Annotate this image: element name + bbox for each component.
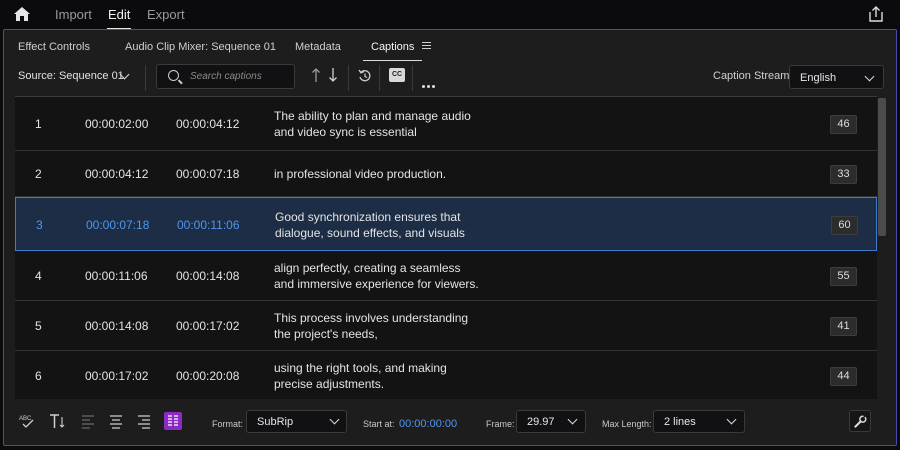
caption-in-time[interactable]: 00:00:17:02 [85,368,148,384]
max-length-value: 2 lines [664,416,696,428]
source-dropdown[interactable]: Source: Sequence 01 [18,70,124,82]
scrollbar-thumb[interactable] [878,98,886,236]
settings-button[interactable] [849,410,871,432]
chevron-down-icon [864,71,875,82]
caption-number: 5 [35,319,42,333]
character-count-badge: 41 [830,317,857,336]
caption-in-time[interactable]: 00:00:11:06 [85,268,148,284]
top-bar: Import Edit Export [0,0,900,30]
arrow-up-icon[interactable] [311,67,321,83]
divider [379,65,380,91]
divider [348,65,349,91]
tab-effect-controls[interactable]: Effect Controls [18,41,90,53]
scrollbar[interactable] [878,98,886,398]
caption-out-time[interactable]: 00:00:11:06 [177,217,240,233]
align-left-icon[interactable] [79,412,97,430]
spellcheck-icon[interactable]: ABC [18,412,36,430]
caption-row[interactable]: 2 00:00:04:12 00:00:07:18 in professional v… [15,151,877,197]
text-size-icon[interactable] [48,412,66,430]
start-at-value[interactable]: 00:00:00:00 [399,418,457,430]
caption-text[interactable]: Good synchronization ensures that dialog… [275,209,465,241]
character-count-badge: 55 [830,267,857,286]
caption-in-time[interactable]: 00:00:07:18 [86,217,149,233]
max-length-label: Max Length: [602,419,652,429]
caption-stream-select[interactable]: English [789,65,884,89]
max-length-select[interactable]: 2 lines [653,410,745,433]
caption-out-time[interactable]: 00:00:20:08 [176,368,239,384]
caption-row[interactable]: 3 00:00:07:18 00:00:11:06 Good synchronizat… [15,197,877,251]
caption-format-bar: ABC Format: SubRip Start at: 00:00:00:00… [4,402,896,444]
chevron-down-icon [329,414,340,425]
align-center-icon[interactable] [107,412,125,430]
caption-out-time[interactable]: 00:00:07:18 [176,166,239,182]
caption-text[interactable]: This process involves understanding the … [274,310,468,342]
search-icon [168,70,179,81]
svg-text:ABC: ABC [19,416,32,422]
divider [145,65,146,91]
caption-list: 1 00:00:02:00 00:00:04:12 The ability to pl… [15,96,877,399]
caption-row[interactable]: 4 00:00:11:06 00:00:14:08 align perfectly, … [15,251,877,301]
start-at-label: Start at: [363,419,395,429]
caption-row[interactable]: 5 00:00:14:08 00:00:17:02 This process invo… [15,301,877,351]
caption-out-time[interactable]: 00:00:04:12 [176,116,239,132]
search-captions-input[interactable]: Search captions [156,64,295,89]
tab-metadata[interactable]: Metadata [295,41,341,53]
caption-row[interactable]: 6 00:00:17:02 00:00:20:08 using the right t… [15,351,877,399]
captions-toolbar: Source: Sequence 01 Search captions CC C… [4,61,896,95]
caption-number: 4 [35,269,42,283]
caption-position-icon[interactable] [164,412,182,430]
frame-rate-value: 29.97 [527,416,555,428]
panel-menu-icon[interactable] [422,42,431,50]
more-options-icon[interactable] [422,75,437,93]
captions-panel: Effect Controls Audio Clip Mixer: Sequen… [3,29,897,446]
caption-number: 1 [35,117,42,131]
caption-in-time[interactable]: 00:00:04:12 [85,166,148,182]
character-count-badge: 60 [831,216,858,235]
caption-text[interactable]: in professional video production. [274,166,446,182]
nav-export[interactable]: Export [147,7,185,22]
divider [412,65,413,91]
caption-out-time[interactable]: 00:00:17:02 [176,318,239,334]
chevron-down-icon [567,414,578,425]
caption-number: 6 [35,369,42,383]
format-value: SubRip [257,416,294,428]
caption-number: 3 [36,218,43,232]
caption-text[interactable]: The ability to plan and manage audio and… [274,108,471,140]
caption-number: 2 [35,167,42,181]
caption-text[interactable]: align perfectly, creating a seamless and… [274,260,479,292]
caption-in-time[interactable]: 00:00:02:00 [85,116,148,132]
reset-icon[interactable] [358,69,372,83]
share-icon[interactable] [869,6,883,22]
chevron-down-icon [726,414,737,425]
nav-edit[interactable]: Edit [106,7,132,30]
home-icon[interactable] [13,6,31,22]
tab-captions[interactable]: Captions [362,41,423,61]
caption-stream-label: Caption Stream: [713,70,793,82]
search-placeholder: Search captions [190,71,262,82]
format-select[interactable]: SubRip [246,410,347,433]
align-right-icon[interactable] [135,412,153,430]
character-count-badge: 33 [830,165,857,184]
frame-label: Frame: [486,419,515,429]
caption-stream-value: English [800,72,837,84]
caption-out-time[interactable]: 00:00:14:08 [176,268,239,284]
closed-captions-icon[interactable]: CC [389,68,405,82]
frame-rate-select[interactable]: 29.97 [516,410,586,433]
character-count-badge: 46 [830,115,857,134]
format-label: Format: [212,419,244,429]
caption-row[interactable]: 1 00:00:02:00 00:00:04:12 The ability to pl… [15,97,877,151]
wrench-icon [854,415,867,428]
tab-audio-clip-mixer[interactable]: Audio Clip Mixer: Sequence 01 [125,41,276,53]
arrow-down-icon[interactable] [328,67,338,83]
caption-text[interactable]: using the right tools, and making precis… [274,360,447,392]
caption-in-time[interactable]: 00:00:14:08 [85,318,148,334]
character-count-badge: 44 [830,367,857,386]
panel-tabs: Effect Controls Audio Clip Mixer: Sequen… [4,30,896,61]
nav-import[interactable]: Import [55,7,92,22]
